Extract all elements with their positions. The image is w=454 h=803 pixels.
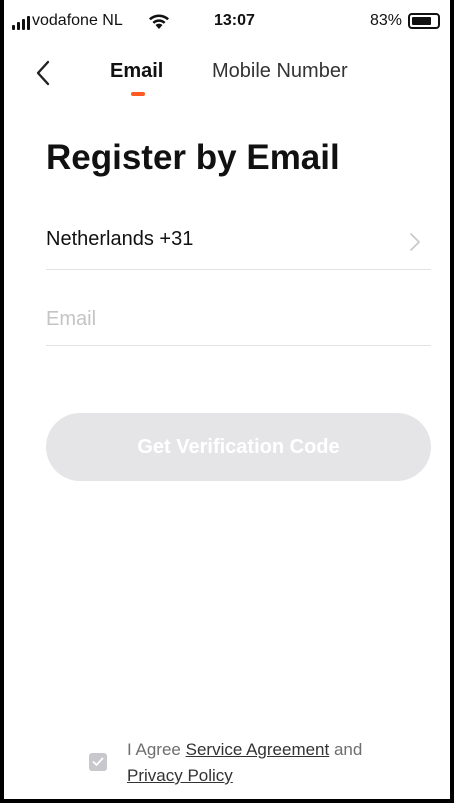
privacy-policy-link[interactable]: Privacy Policy xyxy=(127,766,233,785)
carrier-name: vodafone NL xyxy=(32,12,123,29)
email-field[interactable] xyxy=(46,294,431,346)
screen-frame xyxy=(0,0,454,803)
signal-bars-icon xyxy=(12,16,30,30)
service-agreement-link[interactable]: Service Agreement xyxy=(186,740,330,759)
agree-checkbox[interactable] xyxy=(89,753,107,771)
agreement-text: I Agree Service Agreement and Privacy Po… xyxy=(127,737,417,789)
battery-icon xyxy=(408,13,440,29)
back-button[interactable] xyxy=(30,58,56,88)
battery-percent: 83% xyxy=(370,12,403,29)
chevron-left-icon xyxy=(36,60,50,86)
agreement-middle: and xyxy=(329,740,363,759)
wifi-icon xyxy=(149,14,169,29)
country-label: Netherlands +31 xyxy=(46,228,194,250)
checkmark-icon xyxy=(92,757,104,766)
get-verification-code-button[interactable]: Get Verification Code xyxy=(46,413,431,481)
status-time: 13:07 xyxy=(214,12,255,29)
chevron-right-icon xyxy=(410,233,420,251)
tab-email[interactable]: Email xyxy=(110,60,163,83)
agreement-prefix: I Agree xyxy=(127,740,186,759)
page-title: Register by Email xyxy=(46,138,340,177)
tab-mobile-number[interactable]: Mobile Number xyxy=(212,60,348,83)
status-bar: vodafone NL 13:07 83% xyxy=(0,0,454,44)
country-selector[interactable]: Netherlands +31 xyxy=(46,214,431,270)
active-tab-indicator xyxy=(131,92,145,96)
